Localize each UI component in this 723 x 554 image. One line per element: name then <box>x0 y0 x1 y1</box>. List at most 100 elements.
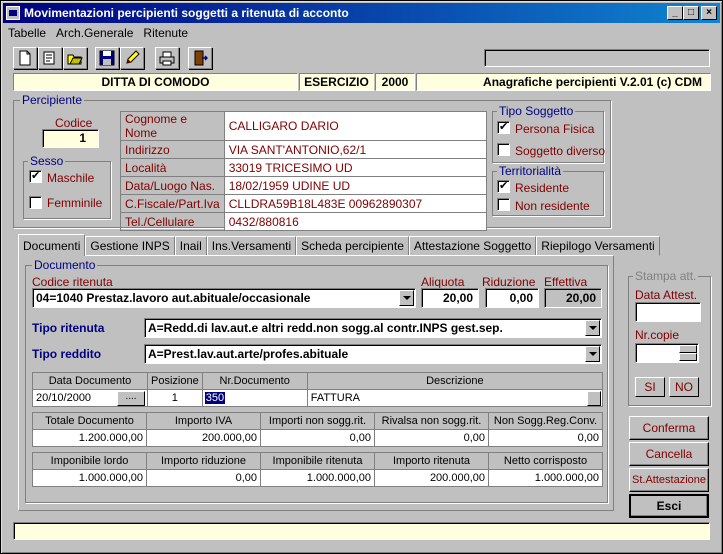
non-residente-checkbox[interactable] <box>497 198 510 211</box>
rivalsa-header: Rivalsa non sogg.rit. <box>374 412 489 430</box>
nr-documento-value[interactable]: 350 <box>204 392 226 404</box>
percipiente-group-label: Percipiente <box>20 93 85 107</box>
st-attestazione-button[interactable]: St.Attestazione <box>629 468 709 492</box>
tab-riepilogo-versamenti[interactable]: Riepilogo Versamenti <box>536 236 660 256</box>
tab-documenti[interactable]: Documenti <box>18 234 86 256</box>
netto-corrisposto-header: Netto corrisposto <box>488 452 603 470</box>
detail-value: 0432/880816 <box>223 212 487 231</box>
persona-fisica-label: Persona Fisica <box>515 122 595 136</box>
soggetto-diverso-label: Soggetto diverso <box>515 144 606 158</box>
data-documento-value[interactable]: 20/10/2000 <box>33 392 91 404</box>
detail-label: Data/Luogo Nas. <box>120 176 225 195</box>
menu-ritenute[interactable]: Ritenute <box>138 26 193 40</box>
save-button[interactable] <box>95 47 119 69</box>
tipo-ritenuta-label: Tipo ritenuta <box>32 321 105 335</box>
tab-scheda-percipiente[interactable]: Scheda percipiente <box>296 236 409 256</box>
chevron-down-icon[interactable] <box>399 290 414 306</box>
detail-label: Località <box>120 158 225 177</box>
detail-label: C.Fiscale/Part.Iva <box>120 194 225 213</box>
importo-riduzione-header: Importo riduzione <box>146 452 261 470</box>
app-info: Anagrafiche percipienti V.2.01 (c) CDM <box>416 73 711 91</box>
new-button[interactable] <box>13 47 37 69</box>
importi-non-sogg-value[interactable]: 0,00 <box>260 429 375 447</box>
print-button[interactable] <box>155 47 179 69</box>
document-row-table: Data Documento Posizione Nr.Documento De… <box>32 372 604 407</box>
title-bar: Movimentazioni percipienti soggetti a ri… <box>3 3 720 23</box>
nr-copie-label: Nr.copie <box>635 328 680 342</box>
descrizione-cell[interactable]: FATTURA <box>306 389 604 407</box>
no-button[interactable]: NO <box>669 377 699 397</box>
codice-ritenuta-value: 04=1040 Prestaz.lavoro aut.abituale/occa… <box>36 291 311 305</box>
femminile-checkbox[interactable] <box>29 196 42 209</box>
codice-input[interactable]: 1 <box>42 129 99 148</box>
riduzione-label: Riduzione <box>482 275 536 289</box>
residente-label: Residente <box>515 181 570 195</box>
posizione-value[interactable]: 1 <box>147 389 203 407</box>
importo-riduzione-value: 0,00 <box>146 469 261 487</box>
totale-documento-value[interactable]: 1.200.000,00 <box>32 429 147 447</box>
maschile-checkbox[interactable] <box>29 169 42 183</box>
edit-button[interactable] <box>38 47 62 69</box>
aliquota-input[interactable]: 20,00 <box>421 288 479 308</box>
main-window: Movimentazioni percipienti soggetti a ri… <box>0 0 723 554</box>
exit-tool-button[interactable] <box>188 47 212 69</box>
totals-table: Totale Documento Importo IVA Importi non… <box>32 412 603 447</box>
data-attest-input[interactable] <box>635 302 701 322</box>
nr-documento-cell[interactable]: 350 <box>201 389 308 407</box>
esci-button[interactable]: Esci <box>629 494 709 518</box>
app-icon <box>6 6 20 20</box>
chevron-down-icon[interactable] <box>585 320 600 336</box>
detail-label: Cognome e Nome <box>120 111 225 141</box>
tipo-reddito-select[interactable]: A=Prest.lav.aut.arte/profes.abituale <box>144 344 602 364</box>
imponibile-lordo-header: Imponibile lordo <box>32 452 147 470</box>
percipiente-details-table: Cognome e Nome CALLIGARO DARIO Indirizzo V… <box>120 111 487 231</box>
detail-row: Indirizzo VIA SANT'ANTONIO,62/1 <box>120 140 487 159</box>
non-sogg-reg-value[interactable]: 0,00 <box>488 429 603 447</box>
maximize-button[interactable]: □ <box>683 6 699 20</box>
chevron-down-icon[interactable] <box>587 391 601 406</box>
imponibile-lordo-value: 1.000.000,00 <box>32 469 147 487</box>
conferma-button[interactable]: Conferma <box>629 416 709 440</box>
tipo-soggetto-label: Tipo Soggetto <box>497 104 576 118</box>
codice-ritenuta-select[interactable]: 04=1040 Prestaz.lavoro aut.abituale/occa… <box>32 288 416 308</box>
detail-value: CALLIGARO DARIO <box>223 111 487 141</box>
tab-ins-versamenti[interactable]: Ins.Versamenti <box>206 236 297 256</box>
persona-fisica-checkbox[interactable] <box>497 120 510 134</box>
cancella-button[interactable]: Cancella <box>629 442 709 466</box>
spin-down-icon[interactable] <box>679 353 697 361</box>
residente-checkbox[interactable] <box>497 179 510 193</box>
pencil-button[interactable] <box>120 47 144 69</box>
date-picker-button[interactable]: .... <box>117 391 145 406</box>
detail-value: CLLDRA59B18L483E 00962890307 <box>223 194 487 213</box>
window-title: Movimentazioni percipienti soggetti a ri… <box>24 6 349 20</box>
data-attest-label: Data Attest. <box>635 288 698 302</box>
menu-arch-generale[interactable]: Arch.Generale <box>51 26 138 40</box>
tipo-ritenuta-value: A=Redd.di lav.aut.e altri redd.non sogg.… <box>148 321 503 335</box>
tab-gestione-inps[interactable]: Gestione INPS <box>85 236 175 256</box>
tab-inail[interactable]: Inail <box>174 236 207 256</box>
chevron-down-icon[interactable] <box>585 346 600 362</box>
menu-bar: Tabelle Arch.Generale Ritenute <box>3 24 720 42</box>
soggetto-diverso-checkbox[interactable] <box>497 143 510 156</box>
non-residente-label: Non residente <box>515 199 590 213</box>
tab-attestazione-soggetto[interactable]: Attestazione Soggetto <box>408 236 537 256</box>
nr-documento-header: Nr.Documento <box>201 372 308 390</box>
importo-iva-value[interactable]: 200.000,00 <box>146 429 261 447</box>
tipo-ritenuta-select[interactable]: A=Redd.di lav.aut.e altri redd.non sogg.… <box>144 318 602 338</box>
rivalsa-value[interactable]: 0,00 <box>374 429 489 447</box>
detail-label: Tel./Cellulare <box>120 212 225 231</box>
spin-up-icon[interactable] <box>679 345 697 353</box>
exit-door-icon <box>194 50 208 66</box>
detail-row: Cognome e Nome CALLIGARO DARIO <box>120 111 487 141</box>
minimize-button[interactable]: _ <box>667 6 683 20</box>
close-button[interactable]: × <box>701 6 717 20</box>
maschile-label: Maschile <box>47 171 95 185</box>
riduzione-input[interactable]: 0,00 <box>485 288 539 308</box>
posizione-header: Posizione <box>147 372 203 390</box>
open-button[interactable] <box>63 47 87 69</box>
si-button[interactable]: SI <box>635 377 665 397</box>
nr-copie-input[interactable] <box>635 343 699 363</box>
femminile-label: Femminile <box>47 196 103 210</box>
menu-tabelle[interactable]: Tabelle <box>3 26 51 40</box>
descrizione-value: FATTURA <box>310 392 360 404</box>
